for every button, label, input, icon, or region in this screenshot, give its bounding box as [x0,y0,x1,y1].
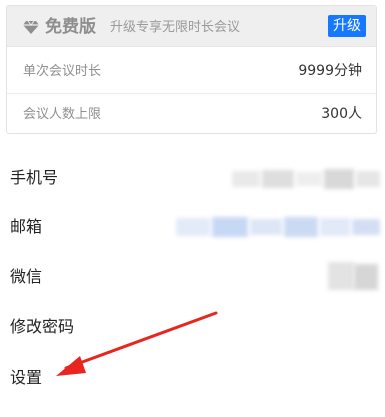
account-item-label: 设置 [10,368,43,387]
account-item-phone[interactable]: 手机号 [0,167,385,217]
account-item-change-password[interactable]: 修改密码 [0,316,385,366]
plan-description: 升级专享无限时长会议 [110,20,241,35]
account-item-wechat[interactable]: 微信 [0,262,385,316]
account-item-settings[interactable]: 设置 [0,367,385,417]
limit-row-meeting-duration: 单次会议时长 9999分钟 [7,51,376,94]
plan-header: 免费版 升级专享无限时长会议 升级 [7,6,376,47]
upgrade-button[interactable]: 升级 [328,15,366,37]
limit-value: 300人 [321,106,362,122]
account-item-label: 邮箱 [10,217,43,236]
account-item-label: 微信 [10,267,43,286]
limit-label: 单次会议时长 [23,64,102,79]
account-item-label: 手机号 [10,168,59,187]
limit-row-participants: 会议人数上限 300人 [7,94,376,133]
plan-name: 免费版 [45,17,96,37]
account-item-email[interactable]: 邮箱 [0,216,385,266]
account-item-label: 修改密码 [10,317,75,336]
limit-label: 会议人数上限 [23,107,102,122]
limit-value: 9999分钟 [298,63,362,79]
plan-card: 免费版 升级专享无限时长会议 升级 单次会议时长 9999分钟 会议人数上限 3… [6,5,377,134]
diamond-icon [23,20,39,34]
